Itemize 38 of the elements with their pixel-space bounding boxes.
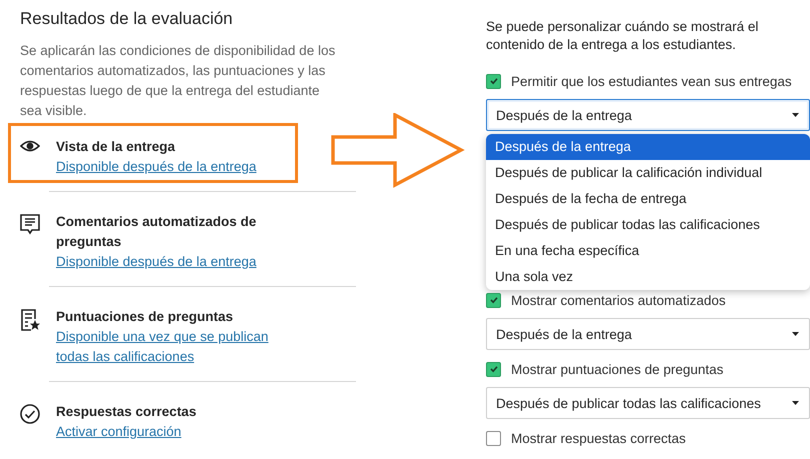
check-icon	[488, 76, 498, 86]
checkbox-label: Permitir que los estudiantes vean sus entregas	[511, 74, 792, 88]
check-icon	[488, 295, 498, 305]
dropdown-option[interactable]: Después de la entrega	[486, 134, 810, 160]
caret-icon	[792, 113, 799, 117]
checkbox[interactable]	[486, 430, 501, 446]
item-title: Comentarios automatizados de preguntas	[56, 213, 258, 251]
section-description: Se aplicarán las condiciones de disponibilidad de los comentarios automatizados, las puntuaciones y las respuestas luego de que la entrega del estudiante sea visible.	[20, 42, 336, 120]
checkbox[interactable]	[486, 292, 501, 308]
dropdown-option[interactable]: En una fecha específica	[486, 238, 810, 264]
availability-link[interactable]: Disponible después de la entrega	[56, 252, 256, 272]
eye-icon	[20, 139, 40, 153]
dropdown[interactable]: Después de la entrega	[486, 99, 810, 131]
dropdown[interactable]: Después de la entrega	[486, 318, 810, 350]
dropdown-option[interactable]: Una sola vez	[486, 264, 810, 290]
scored-document-icon	[20, 309, 40, 331]
availability-link[interactable]: Activar configuración	[56, 422, 182, 442]
settings-intro: Se puede personalizar cuándo se mostrará el contenido de la entrega a los estudiantes.	[486, 18, 760, 54]
item-title: Puntuaciones de preguntas	[56, 308, 234, 326]
caret-icon	[792, 332, 799, 336]
checkbox-label: Mostrar comentarios automatizados	[511, 292, 726, 308]
dropdown-option[interactable]: Después de publicar todas las calificaciones	[486, 212, 810, 238]
availability-link[interactable]: Disponible después de la entrega	[56, 157, 256, 177]
dropdown[interactable]: Después de publicar todas las calificaciones	[486, 387, 810, 419]
availability-link[interactable]: Disponible una vez que se publican todas las calificaciones	[56, 327, 296, 367]
item-title: Vista de la entrega	[56, 138, 176, 156]
checkbox-label: Mostrar puntuaciones de preguntas	[511, 362, 724, 376]
comment-icon	[20, 214, 40, 236]
checkbox[interactable]	[486, 74, 501, 88]
item-title: Respuestas correctas	[56, 403, 196, 421]
dropdown-option[interactable]: Después de la fecha de entrega	[486, 186, 810, 212]
checkbox[interactable]	[486, 362, 501, 376]
section-title: Resultados de la evaluación	[20, 8, 234, 30]
caret-icon	[792, 401, 799, 405]
dropdown-option[interactable]: Después de publicar la calificación individual	[486, 160, 810, 186]
check-icon	[488, 364, 498, 374]
checkbox-label: Mostrar respuestas correctas	[511, 430, 686, 446]
check-circle-icon	[20, 404, 40, 424]
